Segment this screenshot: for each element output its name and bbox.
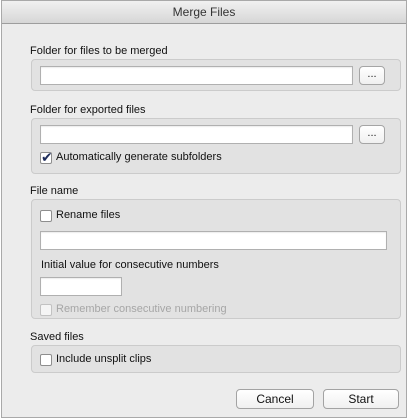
merge-folder-group: ... bbox=[31, 59, 401, 91]
auto-subfolders-label: Automatically generate subfolders bbox=[56, 151, 222, 163]
checkmark-icon: ✔ bbox=[41, 149, 53, 165]
file-name-group: Rename files Initial value for consecuti… bbox=[31, 199, 401, 319]
include-unsplit-checkbox[interactable] bbox=[40, 354, 52, 366]
auto-subfolders-checkbox[interactable]: ✔ bbox=[40, 149, 53, 165]
merge-folder-input[interactable] bbox=[40, 66, 353, 85]
initial-value-label: Initial value for consecutive numbers bbox=[41, 259, 219, 271]
rename-files-label: Rename files bbox=[56, 209, 121, 221]
export-folder-group: ... ✔ Automatically generate subfolders bbox=[31, 118, 401, 174]
window-title: Merge Files bbox=[2, 1, 406, 24]
merge-folder-label: Folder for files to be merged bbox=[30, 45, 168, 57]
include-unsplit-label: Include unsplit clips bbox=[56, 353, 152, 365]
remember-numbering-checkbox bbox=[40, 304, 52, 316]
merge-folder-browse-button[interactable]: ... bbox=[359, 66, 385, 85]
saved-files-label: Saved files bbox=[30, 331, 84, 343]
remember-numbering-label: Remember consecutive numbering bbox=[56, 303, 227, 315]
export-folder-label: Folder for exported files bbox=[30, 104, 146, 116]
file-name-label: File name bbox=[30, 185, 79, 197]
export-folder-input[interactable] bbox=[40, 125, 353, 144]
rename-files-checkbox[interactable] bbox=[40, 210, 52, 222]
rename-input[interactable] bbox=[40, 231, 387, 250]
saved-files-group: Include unsplit clips bbox=[31, 345, 401, 373]
merge-files-dialog: Merge Files Folder for files to be merge… bbox=[1, 0, 407, 418]
start-button[interactable]: Start bbox=[323, 389, 399, 409]
initial-value-input[interactable] bbox=[40, 277, 122, 296]
export-folder-browse-button[interactable]: ... bbox=[359, 125, 385, 144]
cancel-button[interactable]: Cancel bbox=[236, 389, 314, 409]
